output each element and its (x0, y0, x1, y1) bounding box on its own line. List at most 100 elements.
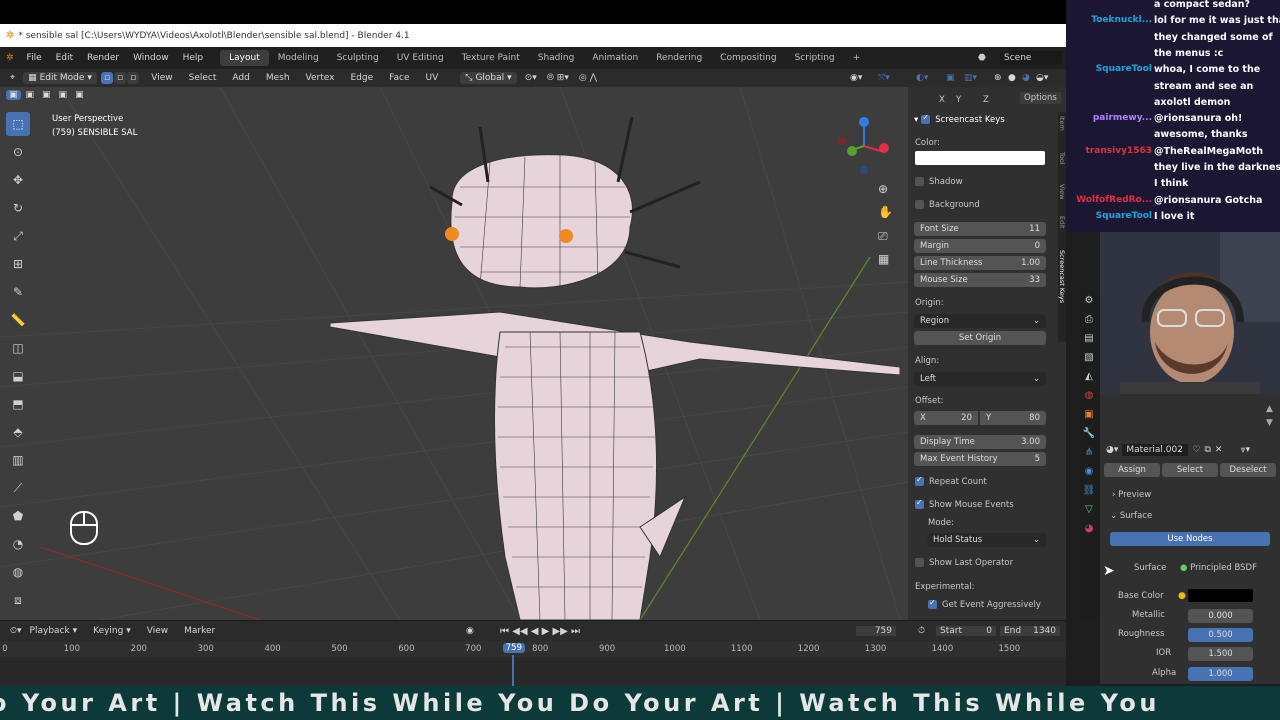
physics-props-icon[interactable]: ◉ (1082, 466, 1096, 480)
playhead-frame-badge[interactable]: 759 (502, 643, 525, 653)
scene-icon[interactable]: ⬣ (978, 53, 986, 63)
max-event-history-field[interactable]: Max Event History 5 (914, 452, 1046, 466)
bevel-tool-icon[interactable]: ⬘ (6, 420, 30, 444)
render-props-icon[interactable]: ⎙ (1082, 314, 1096, 328)
color-swatch[interactable] (915, 151, 1045, 165)
background-checkbox[interactable]: Background (915, 200, 980, 210)
solid-shading-icon[interactable]: ● (1008, 73, 1016, 83)
object-props-icon[interactable]: ▣ (1082, 409, 1096, 423)
workspace-tab-shading[interactable]: Shading (529, 50, 584, 66)
duplicate-material-icon[interactable]: ⧉ (1204, 445, 1210, 455)
filter-icon[interactable]: ⩔▾ (1240, 445, 1250, 455)
camera-view-icon[interactable]: ⎚ (878, 229, 888, 244)
inset-tool-icon[interactable]: ⬒ (6, 392, 30, 416)
repeat-count-checkbox[interactable]: Repeat Count (915, 475, 987, 487)
vertex-select-icon[interactable]: ▫ (100, 72, 114, 84)
mesh-overlay-icon[interactable]: ▥▾ (964, 73, 977, 83)
menu-render[interactable]: Render (80, 53, 126, 63)
blender-menu-icon[interactable]: ✲ (6, 53, 14, 63)
rendered-shading-icon[interactable]: ◒▾ (1036, 73, 1048, 83)
material-selector[interactable]: ◕▾ Material.002 ♡ ⧉ ✕ ⩔▾ (1106, 444, 1250, 456)
xray-toggle-icon[interactable]: ▣ (946, 73, 955, 83)
chat-username[interactable]: Toeknuckl... (1074, 15, 1152, 25)
timeline-editor-icon[interactable]: ⏲▾ (10, 626, 22, 636)
fake-user-icon[interactable]: ♡ (1192, 445, 1200, 455)
menu-file[interactable]: File (20, 53, 49, 63)
mesh-object[interactable] (329, 154, 901, 620)
3d-viewport[interactable]: User Perspective (759) SENSIBLE SAL ⊕ ✋ … (0, 87, 908, 620)
workspace-tab-scripting[interactable]: Scripting (786, 50, 844, 66)
rotate-tool-icon[interactable]: ↻ (6, 196, 30, 220)
select-box-tool-icon[interactable]: ⬚ (6, 112, 30, 136)
mode-dropdown[interactable]: Hold Status ⌄ (927, 533, 1046, 547)
end-frame-field[interactable]: End 1340 (1000, 626, 1060, 636)
unlink-material-icon[interactable]: ✕ (1215, 445, 1223, 455)
select-intersect-icon[interactable]: ▣ (72, 90, 87, 100)
edge-select-icon[interactable]: ▫ (114, 72, 127, 84)
origin-dropdown[interactable]: Region ⌄ (914, 314, 1046, 328)
material-props-icon[interactable]: ◕ (1082, 523, 1096, 537)
world-props-icon[interactable]: ◍ (1082, 390, 1096, 404)
show-last-operator-checkbox[interactable]: Show Last Operator (915, 558, 1013, 568)
menu-help[interactable]: Help (176, 53, 211, 63)
material-name-field[interactable]: Material.002 (1122, 444, 1189, 456)
assign-button[interactable]: Assign (1104, 463, 1160, 477)
workspace-tab-rendering[interactable]: Rendering (647, 50, 711, 66)
workspace-tab-sculpting[interactable]: Sculpting (328, 50, 388, 66)
font-size-field[interactable]: Font Size 11 (914, 222, 1046, 236)
set-origin-button[interactable]: Set Origin (914, 331, 1046, 345)
knife-tool-icon[interactable]: ⟋ (6, 476, 30, 500)
offset-x-field[interactable]: X 20 (914, 411, 978, 425)
data-props-icon[interactable]: ▽ (1082, 504, 1096, 518)
header-menu-uv[interactable]: UV (417, 73, 446, 83)
axis-toggle-y[interactable]: Y (956, 95, 961, 105)
axis-toggle-z[interactable]: Z (983, 95, 989, 105)
base-color-swatch[interactable] (1188, 589, 1253, 602)
alpha-field[interactable]: 1.000 (1188, 667, 1253, 681)
workspace-tab-layout[interactable]: Layout (220, 50, 269, 66)
chat-username[interactable]: SquareTool (1074, 64, 1152, 74)
current-frame-field[interactable]: 759 (856, 626, 896, 636)
wireframe-shading-icon[interactable]: ⊕ (994, 73, 1002, 83)
preview-range-icon[interactable]: ⏱ (918, 626, 925, 636)
measure-tool-icon[interactable]: 📏 (6, 308, 30, 332)
tab-tool[interactable]: Tool (1058, 152, 1066, 165)
timeline-menu-view[interactable]: View (139, 626, 176, 636)
scale-tool-icon[interactable]: ⤢ (6, 224, 30, 248)
face-select-icon[interactable]: ▫ (127, 72, 140, 84)
deselect-button[interactable]: Deselect (1220, 463, 1276, 477)
tool-props-icon[interactable]: ⚙ (1082, 295, 1096, 309)
transform-tool-icon[interactable]: ⊞ (6, 252, 30, 276)
options-button[interactable]: Options (1020, 92, 1061, 104)
menu-edit[interactable]: Edit (49, 53, 80, 63)
header-menu-select[interactable]: Select (181, 73, 225, 83)
display-time-field[interactable]: Display Time 3.00 (914, 435, 1046, 449)
tab-edit[interactable]: Edit (1058, 216, 1066, 229)
menu-window[interactable]: Window (126, 53, 176, 63)
chat-username[interactable]: SquareTool (1074, 211, 1152, 221)
output-props-icon[interactable]: ▤ (1082, 333, 1096, 347)
ortho-grid-icon[interactable]: ▦ (878, 252, 889, 266)
snap-icon[interactable]: ⦾ ⊞▾ (547, 73, 569, 83)
select-subtract-icon[interactable]: ▣ (39, 90, 54, 100)
metallic-field[interactable]: 0.000 (1188, 609, 1253, 623)
header-menu-view[interactable]: View (143, 73, 180, 83)
header-menu-edge[interactable]: Edge (342, 73, 381, 83)
line-thickness-field[interactable]: Line Thickness 1.00 (914, 256, 1046, 270)
workspace-tab-texture-paint[interactable]: Texture Paint (453, 50, 529, 66)
panel-header[interactable]: ▾Screencast Keys (914, 113, 1005, 125)
show-mouse-events-checkbox[interactable]: Show Mouse Events (915, 498, 1014, 510)
modifier-props-icon[interactable]: 🔧 (1082, 428, 1096, 442)
scroll-down-icon[interactable]: ▼ (1266, 418, 1273, 428)
workspace-tab-uv-editing[interactable]: UV Editing (388, 50, 453, 66)
surface-shader-field[interactable]: ● Principled BSDF (1180, 563, 1257, 573)
header-menu-face[interactable]: Face (381, 73, 417, 83)
extrude-tool-icon[interactable]: ⬓ (6, 364, 30, 388)
visibility-icon[interactable]: ◉▾ (850, 73, 862, 83)
pivot-icon[interactable]: ⊙▾ (525, 73, 537, 83)
smooth-tool-icon[interactable]: ◍ (6, 560, 30, 584)
pan-hand-icon[interactable]: ✋ (878, 205, 893, 219)
select-new-icon[interactable]: ▣ (6, 90, 21, 100)
annotate-tool-icon[interactable]: ✎ (6, 280, 30, 304)
zoom-icon[interactable]: ⊕ (878, 182, 888, 196)
